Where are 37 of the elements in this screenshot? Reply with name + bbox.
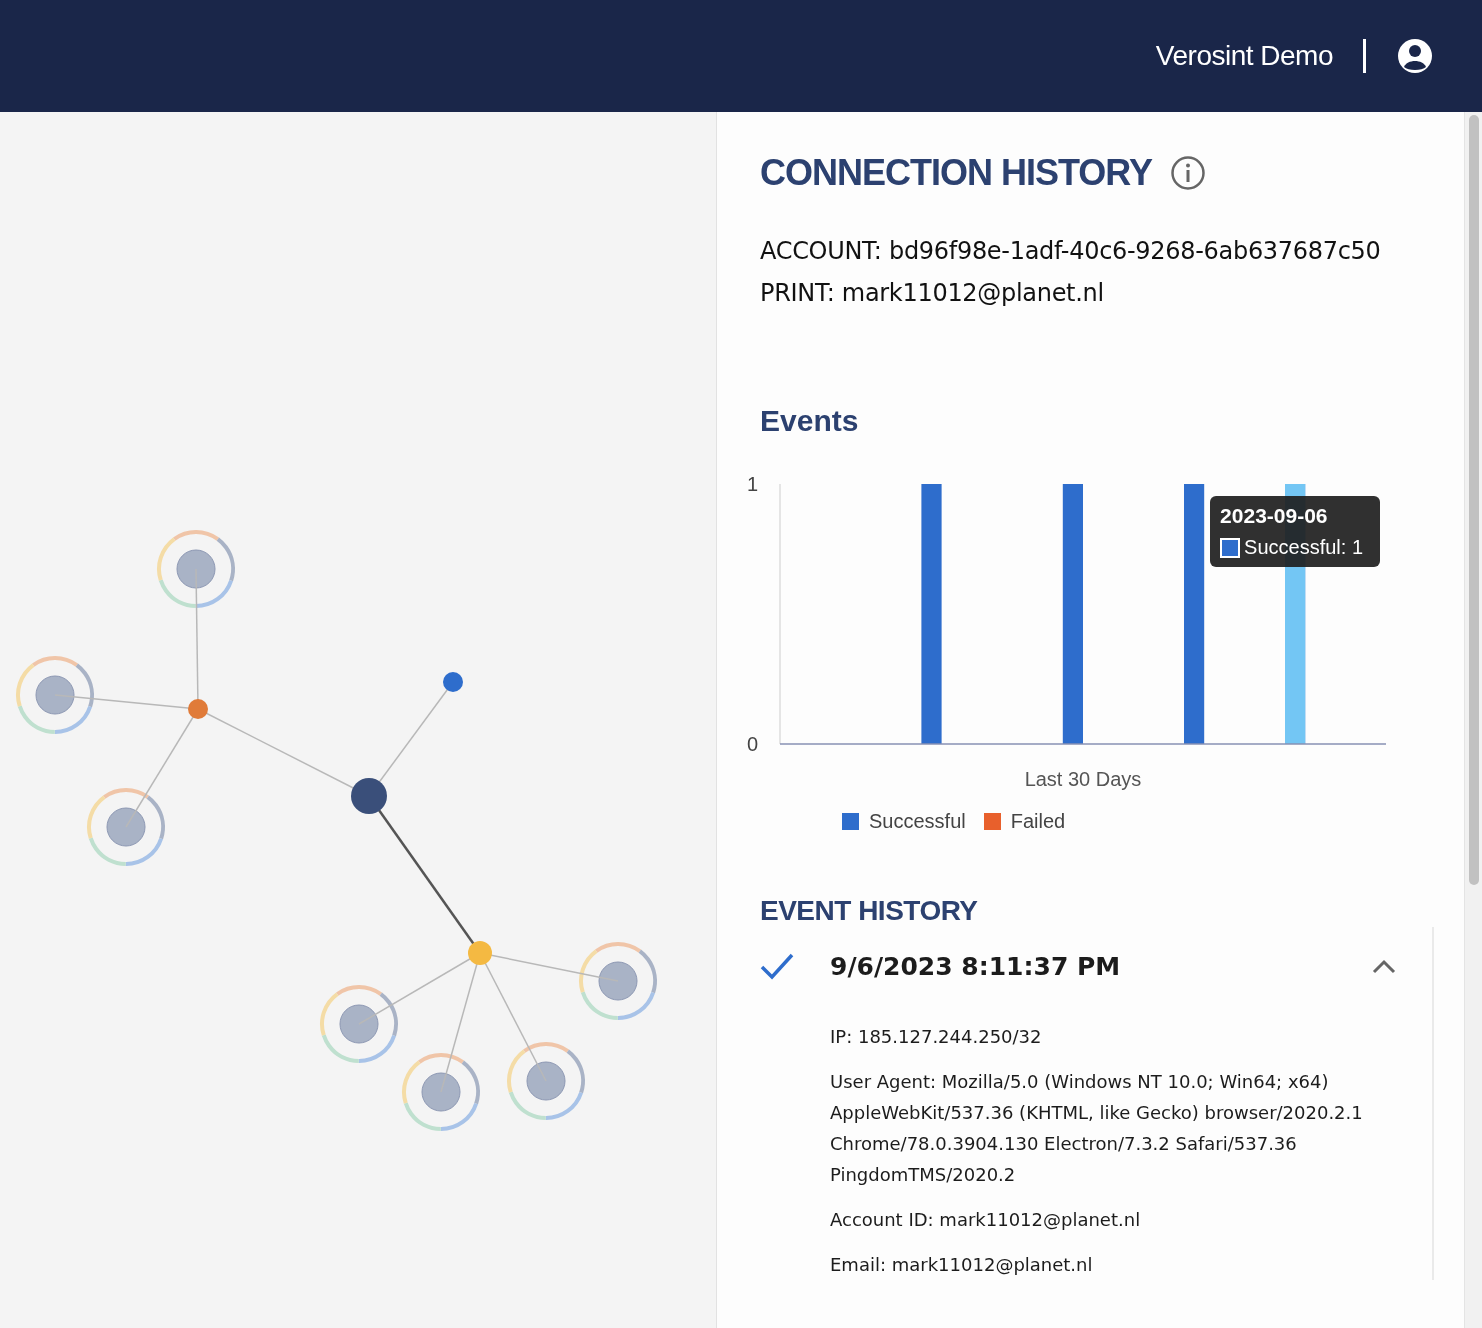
legend-label[interactable]: Successful	[869, 810, 966, 833]
graph-node[interactable]	[351, 778, 387, 814]
scrollbar-thumb[interactable]	[1469, 115, 1479, 885]
section-title: EVENT HISTORY	[760, 895, 979, 927]
section-title: Events	[760, 404, 860, 438]
tooltip-date: 2023-09-06	[1220, 504, 1329, 528]
legend-swatch	[842, 813, 859, 830]
y-tick-label: 1	[746, 473, 758, 495]
legend-swatch	[983, 813, 1001, 830]
graph-node[interactable]	[157, 530, 235, 608]
user-icon[interactable]	[1396, 37, 1434, 75]
series-swatch	[1220, 537, 1241, 558]
legend-label[interactable]: Failed	[1010, 810, 1066, 833]
graph-node[interactable]	[579, 942, 657, 1020]
graph-node[interactable]	[402, 1053, 480, 1131]
print-line: PRINT: mark11012@planet.nl	[760, 278, 1105, 309]
event-detail: Email: mark11012@planet.nl	[830, 1253, 1094, 1277]
graph-node[interactable]	[188, 699, 208, 719]
graph-node[interactable]	[443, 672, 463, 692]
event-datetime[interactable]: 9/6/2023 8:11:37 PM	[830, 951, 1372, 981]
graph-node[interactable]	[320, 985, 398, 1063]
tooltip-value: Successful: 1	[1244, 536, 1364, 559]
event-detail: IP: 185.127.244.250/32	[830, 1025, 1043, 1049]
account-name[interactable]: Verosint Demo	[1155, 40, 1333, 72]
graph-node[interactable]	[468, 941, 492, 965]
chevron-up-icon[interactable]	[1372, 958, 1396, 974]
checkmark-icon	[760, 951, 794, 981]
graph-node[interactable]	[16, 656, 94, 734]
account-line: ACCOUNT: bd96f98e-1adf-40c6-9268-6ab637687c50	[760, 236, 1382, 267]
graph-node[interactable]	[507, 1042, 585, 1120]
info-icon[interactable]	[1170, 155, 1207, 191]
y-tick-label: 0	[746, 733, 758, 755]
panel-title: CONNECTION HISTORY	[760, 152, 1153, 194]
event-detail: User Agent: Mozilla/5.0 (Windows NT 10.0; Win64; x64) AppleWebKit/537.36 (KHTML, like Gecko) browser/2020.2.1 Chrome/78.0.3904.130 Electron/7.3.2 Safari/537.36 PingdomTMS/2020.2	[830, 1070, 1364, 1187]
graph-node[interactable]	[87, 788, 165, 866]
event-detail: Account ID: mark11012@planet.nl	[830, 1208, 1142, 1232]
x-axis-label: Last 30 Days	[1024, 768, 1142, 790]
